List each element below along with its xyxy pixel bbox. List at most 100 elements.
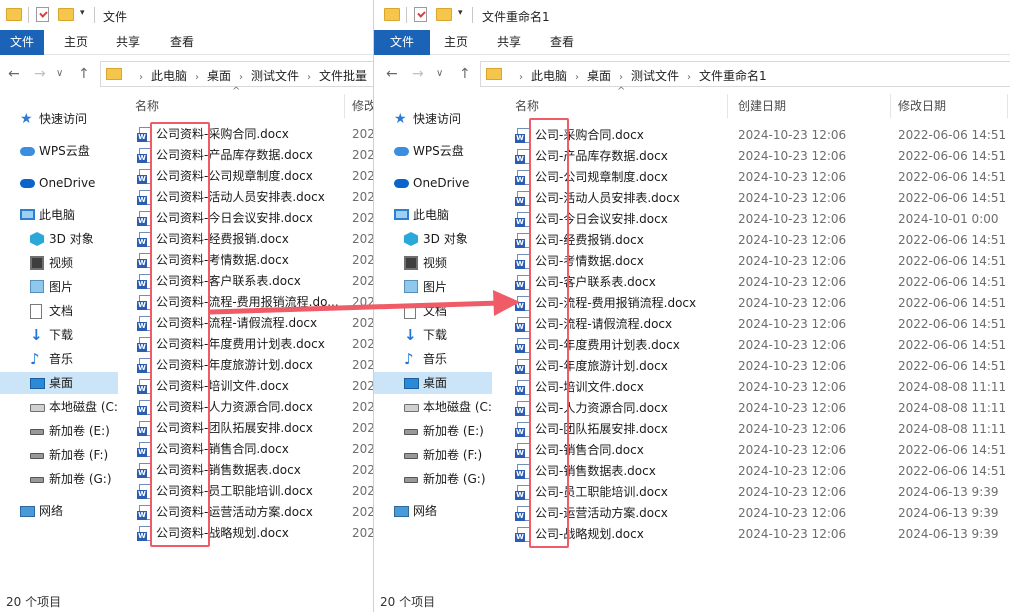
file-row[interactable]: 公司-销售合同.docx 2024-10-23 12:06 2022-06-06 1… xyxy=(495,440,1010,461)
tab-view[interactable]: 查看 xyxy=(542,30,582,55)
file-row[interactable]: 公司资料-采购合同.docx 202 xyxy=(118,124,373,145)
recent-locations-chevron-icon[interactable]: ∨ xyxy=(436,68,443,79)
file-row[interactable]: 公司资料-流程-请假流程.docx 202 xyxy=(118,313,373,334)
file-row[interactable]: 公司-客户联系表.docx 2024-10-23 12:06 2022-06-06 … xyxy=(495,272,1010,293)
sidebar-item[interactable]: OneDrive xyxy=(374,172,492,194)
column-header-modified[interactable]: 修改 xyxy=(352,92,373,120)
tab-home[interactable]: 主页 xyxy=(56,30,96,55)
forward-arrow-icon[interactable]: → xyxy=(412,66,424,82)
tab-file[interactable]: 文件 xyxy=(374,30,430,55)
file-row[interactable]: 公司资料-经费报销.docx 202 xyxy=(118,229,373,250)
file-row[interactable]: 公司资料-战略规划.docx 202 xyxy=(118,523,373,544)
breadcrumb-item[interactable]: 此电脑 xyxy=(531,69,567,83)
sidebar-item[interactable]: 3D 对象 xyxy=(374,228,492,250)
sidebar-item[interactable]: 文档 xyxy=(374,300,492,322)
file-row[interactable]: 公司资料-运营活动方案.docx 202 xyxy=(118,502,373,523)
sidebar-item[interactable]: 此电脑 xyxy=(0,204,118,226)
address-bar[interactable]: › 此电脑 › 桌面 › 测试文件 › 文件批量 xyxy=(100,61,373,87)
file-row[interactable]: 公司资料-今日会议安排.docx 202 xyxy=(118,208,373,229)
column-header-name[interactable]: 名称 xyxy=(135,92,159,120)
sidebar-item[interactable]: ★ 快速访问 xyxy=(374,108,492,130)
sidebar-item[interactable]: 新加卷 (F:) xyxy=(0,444,118,466)
file-row[interactable]: 公司-团队拓展安排.docx 2024-10-23 12:06 2024-08-08… xyxy=(495,419,1010,440)
file-row[interactable]: 公司资料-客户联系表.docx 202 xyxy=(118,271,373,292)
file-row[interactable]: 公司资料-考情数据.docx 202 xyxy=(118,250,373,271)
column-divider[interactable] xyxy=(344,94,345,118)
breadcrumb-item[interactable]: 此电脑 xyxy=(151,69,187,83)
file-row[interactable]: 公司-活动人员安排表.docx 2024-10-23 12:06 2022-06-0… xyxy=(495,188,1010,209)
file-row[interactable]: 公司-运营活动方案.docx 2024-10-23 12:06 2024-06-13… xyxy=(495,503,1010,524)
breadcrumb-item[interactable]: 桌面 xyxy=(587,69,611,83)
sidebar-item[interactable]: 新加卷 (F:) xyxy=(374,444,492,466)
file-row[interactable]: 公司-销售数据表.docx 2024-10-23 12:06 2022-06-06 … xyxy=(495,461,1010,482)
file-row[interactable]: 公司-战略规划.docx 2024-10-23 12:06 2024-06-13 9… xyxy=(495,524,1010,545)
properties-icon[interactable] xyxy=(414,7,427,22)
sidebar-item[interactable]: ♪ 音乐 xyxy=(374,348,492,370)
file-row[interactable]: 公司资料-活动人员安排表.docx 202 xyxy=(118,187,373,208)
column-header-name[interactable]: 名称 xyxy=(515,92,539,120)
up-arrow-icon[interactable]: ↑ xyxy=(78,66,90,82)
file-row[interactable]: 公司资料-公司规章制度.docx 202 xyxy=(118,166,373,187)
sidebar-item[interactable]: 本地磁盘 (C: xyxy=(0,396,118,418)
new-folder-icon[interactable] xyxy=(58,8,74,21)
sidebar-item[interactable]: ★ 快速访问 xyxy=(0,108,118,130)
sidebar-item[interactable]: ↓ 下载 xyxy=(374,324,492,346)
tab-file[interactable]: 文件 xyxy=(0,30,44,55)
tab-home[interactable]: 主页 xyxy=(436,30,476,55)
file-row[interactable]: 公司-流程-费用报销流程.docx 2024-10-23 12:06 2022-06… xyxy=(495,293,1010,314)
file-row[interactable]: 公司资料-团队拓展安排.docx 202 xyxy=(118,418,373,439)
file-row[interactable]: 公司-经费报销.docx 2024-10-23 12:06 2022-06-06 1… xyxy=(495,230,1010,251)
file-row[interactable]: 公司-今日会议安排.docx 2024-10-23 12:06 2024-10-01… xyxy=(495,209,1010,230)
recent-locations-chevron-icon[interactable]: ∨ xyxy=(56,68,63,79)
file-row[interactable]: 公司-员工职能培训.docx 2024-10-23 12:06 2024-06-13… xyxy=(495,482,1010,503)
column-divider[interactable] xyxy=(1007,94,1008,118)
sidebar-item[interactable]: 3D 对象 xyxy=(0,228,118,250)
customize-toolbar-chevron-icon[interactable]: ▾ xyxy=(80,8,85,26)
back-arrow-icon[interactable]: ← xyxy=(8,66,20,82)
file-row[interactable]: 公司-公司规章制度.docx 2024-10-23 12:06 2022-06-06… xyxy=(495,167,1010,188)
file-row[interactable]: 公司-人力资源合同.docx 2024-10-23 12:06 2024-08-08… xyxy=(495,398,1010,419)
sidebar-item[interactable]: WPS云盘 xyxy=(0,140,118,162)
breadcrumb-item[interactable]: 测试文件 xyxy=(631,69,679,83)
file-row[interactable]: 公司-年度费用计划表.docx 2024-10-23 12:06 2022-06-0… xyxy=(495,335,1010,356)
sidebar-item[interactable]: 文档 xyxy=(0,300,118,322)
back-arrow-icon[interactable]: ← xyxy=(386,66,398,82)
sidebar-item[interactable]: 新加卷 (G:) xyxy=(374,468,492,490)
file-row[interactable]: 公司资料-产品库存数据.docx 202 xyxy=(118,145,373,166)
properties-icon[interactable] xyxy=(36,7,49,22)
sidebar-item[interactable]: 新加卷 (E:) xyxy=(374,420,492,442)
file-row[interactable]: 公司资料-销售合同.docx 202 xyxy=(118,439,373,460)
sidebar-item[interactable]: 新加卷 (E:) xyxy=(0,420,118,442)
column-divider[interactable] xyxy=(890,94,891,118)
file-row[interactable]: 公司资料-流程-费用报销流程.do... 202 xyxy=(118,292,373,313)
sidebar-item[interactable]: 桌面 xyxy=(0,372,118,394)
file-row[interactable]: 公司-流程-请假流程.docx 2024-10-23 12:06 2022-06-0… xyxy=(495,314,1010,335)
column-header-created[interactable]: 创建日期 xyxy=(738,92,786,120)
file-row[interactable]: 公司-年度旅游计划.docx 2024-10-23 12:06 2022-06-06… xyxy=(495,356,1010,377)
sidebar-item[interactable]: 桌面 xyxy=(374,372,492,394)
file-row[interactable]: 公司资料-年度旅游计划.docx 202 xyxy=(118,355,373,376)
tab-view[interactable]: 查看 xyxy=(162,30,202,55)
sidebar-item[interactable]: 新加卷 (G:) xyxy=(0,468,118,490)
sidebar-item[interactable]: OneDrive xyxy=(0,172,118,194)
column-header-modified[interactable]: 修改日期 xyxy=(898,92,946,120)
customize-toolbar-chevron-icon[interactable]: ▾ xyxy=(458,8,463,26)
tab-share[interactable]: 共享 xyxy=(108,30,148,55)
sidebar-item[interactable]: 本地磁盘 (C: xyxy=(374,396,492,418)
sidebar-item[interactable]: WPS云盘 xyxy=(374,140,492,162)
sidebar-item[interactable]: 视频 xyxy=(0,252,118,274)
file-row[interactable]: 公司-考情数据.docx 2024-10-23 12:06 2022-06-06 1… xyxy=(495,251,1010,272)
address-bar[interactable]: › 此电脑 › 桌面 › 测试文件 › 文件重命名1 xyxy=(480,61,1010,87)
forward-arrow-icon[interactable]: → xyxy=(34,66,46,82)
file-row[interactable]: 公司-培训文件.docx 2024-10-23 12:06 2024-08-08 1… xyxy=(495,377,1010,398)
sidebar-item[interactable]: ♪ 音乐 xyxy=(0,348,118,370)
file-row[interactable]: 公司-采购合同.docx 2024-10-23 12:06 2022-06-06 1… xyxy=(495,125,1010,146)
breadcrumb-item[interactable]: 桌面 xyxy=(207,69,231,83)
file-row[interactable]: 公司资料-人力资源合同.docx 202 xyxy=(118,397,373,418)
file-row[interactable]: 公司资料-培训文件.docx 202 xyxy=(118,376,373,397)
sidebar-item[interactable]: 网络 xyxy=(374,500,492,522)
new-folder-icon[interactable] xyxy=(436,8,452,21)
breadcrumb-item[interactable]: 文件重命名1 xyxy=(699,69,767,83)
sidebar-item[interactable]: 图片 xyxy=(374,276,492,298)
file-row[interactable]: 公司资料-年度费用计划表.docx 202 xyxy=(118,334,373,355)
